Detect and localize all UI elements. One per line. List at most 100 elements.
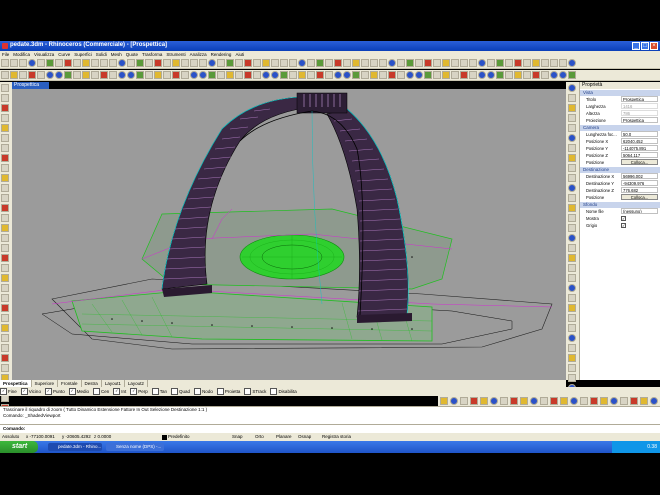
- right-tool-icon[interactable]: [568, 214, 576, 222]
- osnap-checkbox[interactable]: [171, 388, 179, 396]
- toolbar1-tool-icon[interactable]: [271, 59, 279, 67]
- osnap-option[interactable]: Tan: [151, 387, 167, 396]
- toolbar2-tool-icon[interactable]: [217, 71, 225, 79]
- toolbar2-tool-icon[interactable]: [415, 71, 423, 79]
- bottom-tool-icon[interactable]: [530, 397, 538, 405]
- bg-gray-checkbox[interactable]: ✓: [621, 223, 626, 228]
- toolbar2-tool-icon[interactable]: [226, 71, 234, 79]
- toolbar1-tool-icon[interactable]: [280, 59, 288, 67]
- toolbar1-tool-icon[interactable]: [289, 59, 297, 67]
- toolbar1-tool-icon[interactable]: [226, 59, 234, 67]
- osnap-toggle[interactable]: Osnap: [298, 433, 311, 441]
- toolbar2-tool-icon[interactable]: [370, 71, 378, 79]
- close-button[interactable]: ×: [650, 42, 658, 50]
- bottom-tool-icon[interactable]: [650, 397, 658, 405]
- left-tool-icon[interactable]: [1, 104, 9, 112]
- toolbar1-tool-icon[interactable]: [208, 59, 216, 67]
- toolbar1-tool-icon[interactable]: [145, 59, 153, 67]
- perspective-viewport[interactable]: [12, 89, 566, 380]
- toolbar2-tool-icon[interactable]: [361, 71, 369, 79]
- toolbar1-tool-icon[interactable]: [55, 59, 63, 67]
- osnap-checkbox[interactable]: ✓: [68, 388, 76, 396]
- bottom-tool-icon[interactable]: [590, 397, 598, 405]
- toolbar1-tool-icon[interactable]: [262, 59, 270, 67]
- right-tool-icon[interactable]: [568, 324, 576, 332]
- target-prop-field[interactable]: 56996.002: [621, 173, 658, 179]
- bg-filename-field[interactable]: (nessuno): [621, 208, 658, 214]
- right-tool-icon[interactable]: [568, 84, 576, 92]
- osnap-checkbox[interactable]: ✓: [20, 388, 28, 396]
- right-tool-icon[interactable]: [568, 154, 576, 162]
- osnap-checkbox[interactable]: ✓: [130, 388, 138, 396]
- toolbar2-tool-icon[interactable]: [541, 71, 549, 79]
- toolbar2-tool-icon[interactable]: [100, 71, 108, 79]
- toolbar1-tool-icon[interactable]: [19, 59, 27, 67]
- menu-file[interactable]: File: [0, 51, 11, 58]
- osnap-option[interactable]: ✓ Int: [113, 387, 126, 396]
- toolbar2-tool-icon[interactable]: [424, 71, 432, 79]
- target-prop-field[interactable]: -94309.976: [621, 180, 658, 186]
- toolbar2-tool-icon[interactable]: [46, 71, 54, 79]
- bottom-tool-icon[interactable]: [440, 397, 448, 405]
- camera-prop-field[interactable]: 50.0: [621, 131, 658, 137]
- toolbar1-tool-icon[interactable]: [460, 59, 468, 67]
- toolbar2-tool-icon[interactable]: [136, 71, 144, 79]
- bottom-tool-icon[interactable]: [460, 397, 468, 405]
- right-tool-icon[interactable]: [568, 94, 576, 102]
- toolbar2-tool-icon[interactable]: [244, 71, 252, 79]
- toolbar1-tool-icon[interactable]: [136, 59, 144, 67]
- toolbar1-tool-icon[interactable]: [541, 59, 549, 67]
- right-tool-icon[interactable]: [568, 144, 576, 152]
- toolbar2-tool-icon[interactable]: [235, 71, 243, 79]
- toolbar1-tool-icon[interactable]: [127, 59, 135, 67]
- toolbar1-tool-icon[interactable]: [10, 59, 18, 67]
- left-tool-icon[interactable]: [1, 284, 9, 292]
- task-rhino[interactable]: pedate.3dm - Rhino...: [48, 443, 102, 451]
- bottom-tool-icon[interactable]: [560, 397, 568, 405]
- menu-analyze[interactable]: Analizza: [188, 51, 209, 58]
- right-tool-icon[interactable]: [568, 334, 576, 342]
- toolbar1-tool-icon[interactable]: [325, 59, 333, 67]
- bottom-tool-icon[interactable]: [570, 397, 578, 405]
- menu-curve[interactable]: Curve: [56, 51, 72, 58]
- toolbar2-tool-icon[interactable]: [532, 71, 540, 79]
- toolbar2-tool-icon[interactable]: [487, 71, 495, 79]
- toolbar2-tool-icon[interactable]: [154, 71, 162, 79]
- left-tool-icon[interactable]: [1, 314, 9, 322]
- toolbar2-tool-icon[interactable]: [181, 71, 189, 79]
- toolbar2-tool-icon[interactable]: [334, 71, 342, 79]
- right-tool-icon[interactable]: [568, 274, 576, 282]
- right-tool-icon[interactable]: [568, 224, 576, 232]
- right-tool-icon[interactable]: [568, 264, 576, 272]
- toolbar1-tool-icon[interactable]: [361, 59, 369, 67]
- right-tool-icon[interactable]: [568, 254, 576, 262]
- toolbar2-tool-icon[interactable]: [82, 71, 90, 79]
- right-tool-icon[interactable]: [568, 194, 576, 202]
- toolbar2-tool-icon[interactable]: [118, 71, 126, 79]
- bottom-tool-icon[interactable]: [580, 397, 588, 405]
- left-tool-icon[interactable]: [1, 204, 9, 212]
- osnap-option[interactable]: ✓ Fine: [0, 387, 17, 396]
- toolbar1-tool-icon[interactable]: [433, 59, 441, 67]
- bottom-tool-icon[interactable]: [470, 397, 478, 405]
- record-history-toggle[interactable]: Registra storia: [322, 433, 351, 441]
- snap-toggle[interactable]: Snap: [232, 433, 243, 441]
- toolbar1-tool-icon[interactable]: [487, 59, 495, 67]
- toolbar1-tool-icon[interactable]: [253, 59, 261, 67]
- osnap-checkbox[interactable]: [194, 388, 202, 396]
- osnap-option[interactable]: STrack: [244, 387, 266, 396]
- left-tool-icon[interactable]: [1, 334, 9, 342]
- bottom-tool-icon[interactable]: [640, 397, 648, 405]
- menu-tools[interactable]: Strumenti: [164, 51, 187, 58]
- toolbar1-tool-icon[interactable]: [190, 59, 198, 67]
- toolbar1-tool-icon[interactable]: [505, 59, 513, 67]
- command-line[interactable]: Comando:: [0, 424, 660, 433]
- toolbar2-tool-icon[interactable]: [280, 71, 288, 79]
- toolbar1-tool-icon[interactable]: [442, 59, 450, 67]
- right-tool-icon[interactable]: [568, 374, 576, 382]
- toolbar2-tool-icon[interactable]: [568, 71, 576, 79]
- right-tool-icon[interactable]: [568, 344, 576, 352]
- toolbar2-tool-icon[interactable]: [514, 71, 522, 79]
- toolbar2-tool-icon[interactable]: [469, 71, 477, 79]
- menu-mesh[interactable]: Mesh: [109, 51, 124, 58]
